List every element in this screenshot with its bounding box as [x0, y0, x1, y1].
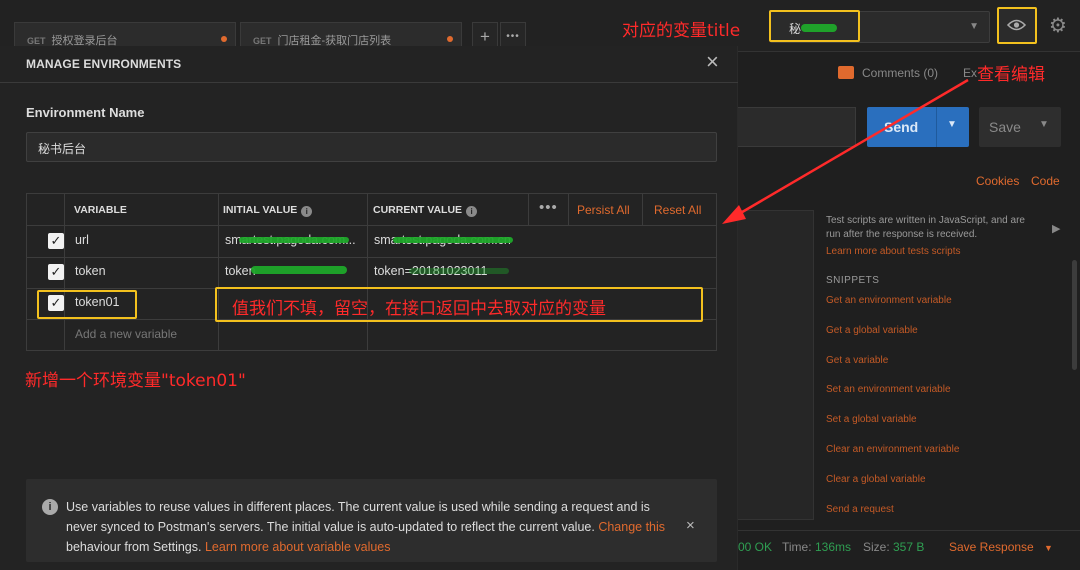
annotation-arrow — [722, 78, 969, 224]
